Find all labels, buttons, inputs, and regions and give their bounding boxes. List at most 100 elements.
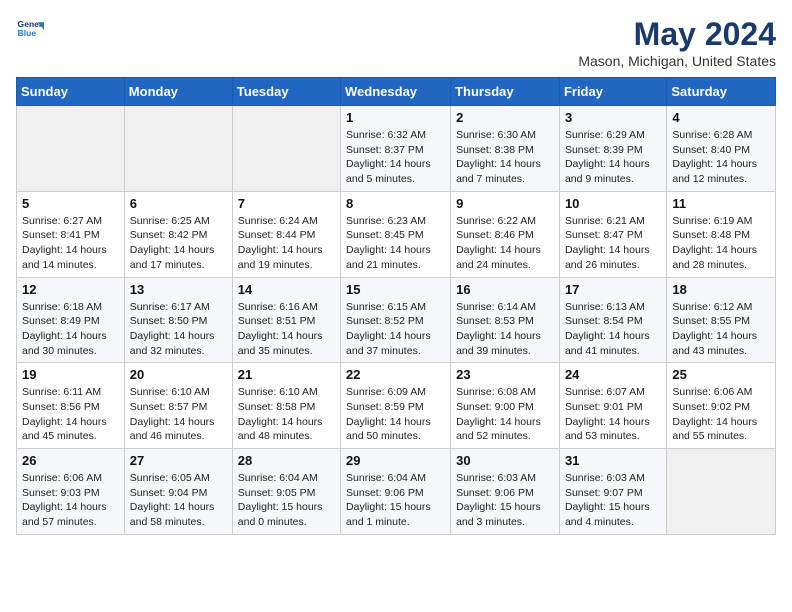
- calendar-cell: 12 Sunrise: 6:18 AMSunset: 8:49 PMDayligh…: [17, 277, 125, 363]
- day-info: Sunrise: 6:13 AMSunset: 8:54 PMDaylight:…: [565, 300, 661, 359]
- week-row-5: 26 Sunrise: 6:06 AMSunset: 9:03 PMDayligh…: [17, 449, 776, 535]
- calendar-cell: 30 Sunrise: 6:03 AMSunset: 9:06 PMDayligh…: [451, 449, 560, 535]
- weekday-header-friday: Friday: [559, 78, 666, 106]
- weekday-header-saturday: Saturday: [667, 78, 776, 106]
- day-info: Sunrise: 6:27 AMSunset: 8:41 PMDaylight:…: [22, 214, 119, 273]
- day-info: Sunrise: 6:17 AMSunset: 8:50 PMDaylight:…: [130, 300, 227, 359]
- day-number: 21: [238, 367, 335, 382]
- calendar-cell: 5 Sunrise: 6:27 AMSunset: 8:41 PMDaylight…: [17, 191, 125, 277]
- day-info: Sunrise: 6:15 AMSunset: 8:52 PMDaylight:…: [346, 300, 445, 359]
- day-number: 8: [346, 196, 445, 211]
- day-info: Sunrise: 6:10 AMSunset: 8:57 PMDaylight:…: [130, 385, 227, 444]
- week-row-1: 1 Sunrise: 6:32 AMSunset: 8:37 PMDaylight…: [17, 106, 776, 192]
- day-number: 23: [456, 367, 554, 382]
- calendar-cell: 19Sunrise: 6:11 AMSunset: 8:56 PMDayligh…: [17, 363, 125, 449]
- calendar-cell: 10 Sunrise: 6:21 AMSunset: 8:47 PMDayligh…: [559, 191, 666, 277]
- calendar-cell: 28 Sunrise: 6:04 AMSunset: 9:05 PMDayligh…: [232, 449, 340, 535]
- day-info: Sunrise: 6:28 AMSunset: 8:40 PMDaylight:…: [672, 128, 770, 187]
- logo-icon: General Blue: [16, 16, 44, 44]
- day-number: 20: [130, 367, 227, 382]
- day-number: 15: [346, 282, 445, 297]
- weekday-header-thursday: Thursday: [451, 78, 560, 106]
- calendar-cell: [124, 106, 232, 192]
- week-row-3: 12 Sunrise: 6:18 AMSunset: 8:49 PMDayligh…: [17, 277, 776, 363]
- day-number: 11: [672, 196, 770, 211]
- day-info: Sunrise: 6:18 AMSunset: 8:49 PMDaylight:…: [22, 300, 119, 359]
- calendar-cell: [17, 106, 125, 192]
- day-info: Sunrise: 6:21 AMSunset: 8:47 PMDaylight:…: [565, 214, 661, 273]
- day-info: Sunrise: 6:06 AMSunset: 9:03 PMDaylight:…: [22, 471, 119, 530]
- day-info: Sunrise: 6:29 AMSunset: 8:39 PMDaylight:…: [565, 128, 661, 187]
- calendar-cell: 3Sunrise: 6:29 AMSunset: 8:39 PMDaylight…: [559, 106, 666, 192]
- day-number: 16: [456, 282, 554, 297]
- page-header: General Blue May 2024 Mason, Michigan, U…: [16, 16, 776, 69]
- weekday-header-tuesday: Tuesday: [232, 78, 340, 106]
- month-title: May 2024: [578, 16, 776, 53]
- weekday-header-row: SundayMondayTuesdayWednesdayThursdayFrid…: [17, 78, 776, 106]
- day-number: 22: [346, 367, 445, 382]
- day-number: 14: [238, 282, 335, 297]
- calendar-cell: 24Sunrise: 6:07 AMSunset: 9:01 PMDayligh…: [559, 363, 666, 449]
- calendar-cell: 7 Sunrise: 6:24 AMSunset: 8:44 PMDaylight…: [232, 191, 340, 277]
- day-number: 5: [22, 196, 119, 211]
- day-number: 29: [346, 453, 445, 468]
- day-number: 7: [238, 196, 335, 211]
- day-info: Sunrise: 6:06 AMSunset: 9:02 PMDaylight:…: [672, 385, 770, 444]
- calendar-cell: 26 Sunrise: 6:06 AMSunset: 9:03 PMDayligh…: [17, 449, 125, 535]
- day-info: Sunrise: 6:08 AMSunset: 9:00 PMDaylight:…: [456, 385, 554, 444]
- weekday-header-monday: Monday: [124, 78, 232, 106]
- day-info: Sunrise: 6:03 AMSunset: 9:07 PMDaylight:…: [565, 471, 661, 530]
- calendar-cell: 4Sunrise: 6:28 AMSunset: 8:40 PMDaylight…: [667, 106, 776, 192]
- day-info: Sunrise: 6:03 AMSunset: 9:06 PMDaylight:…: [456, 471, 554, 530]
- calendar-cell: 8 Sunrise: 6:23 AMSunset: 8:45 PMDaylight…: [341, 191, 451, 277]
- calendar-cell: 17 Sunrise: 6:13 AMSunset: 8:54 PMDayligh…: [559, 277, 666, 363]
- day-number: 30: [456, 453, 554, 468]
- day-number: 31: [565, 453, 661, 468]
- day-number: 24: [565, 367, 661, 382]
- day-number: 6: [130, 196, 227, 211]
- day-info: Sunrise: 6:32 AMSunset: 8:37 PMDaylight:…: [346, 128, 445, 187]
- day-number: 2: [456, 110, 554, 125]
- calendar-cell: 14Sunrise: 6:16 AMSunset: 8:51 PMDayligh…: [232, 277, 340, 363]
- calendar-cell: 22 Sunrise: 6:09 AMSunset: 8:59 PMDayligh…: [341, 363, 451, 449]
- day-number: 1: [346, 110, 445, 125]
- calendar-cell: [232, 106, 340, 192]
- calendar-cell: 20 Sunrise: 6:10 AMSunset: 8:57 PMDayligh…: [124, 363, 232, 449]
- calendar-table: SundayMondayTuesdayWednesdayThursdayFrid…: [16, 77, 776, 535]
- day-info: Sunrise: 6:04 AMSunset: 9:05 PMDaylight:…: [238, 471, 335, 530]
- day-info: Sunrise: 6:10 AMSunset: 8:58 PMDaylight:…: [238, 385, 335, 444]
- calendar-cell: 9Sunrise: 6:22 AMSunset: 8:46 PMDaylight…: [451, 191, 560, 277]
- svg-text:Blue: Blue: [18, 28, 37, 38]
- calendar-cell: 27Sunrise: 6:05 AMSunset: 9:04 PMDayligh…: [124, 449, 232, 535]
- day-number: 19: [22, 367, 119, 382]
- calendar-cell: 15 Sunrise: 6:15 AMSunset: 8:52 PMDayligh…: [341, 277, 451, 363]
- day-number: 17: [565, 282, 661, 297]
- day-number: 10: [565, 196, 661, 211]
- calendar-cell: 25 Sunrise: 6:06 AMSunset: 9:02 PMDayligh…: [667, 363, 776, 449]
- day-number: 12: [22, 282, 119, 297]
- calendar-cell: 6Sunrise: 6:25 AMSunset: 8:42 PMDaylight…: [124, 191, 232, 277]
- day-number: 13: [130, 282, 227, 297]
- day-info: Sunrise: 6:09 AMSunset: 8:59 PMDaylight:…: [346, 385, 445, 444]
- calendar-cell: 18Sunrise: 6:12 AMSunset: 8:55 PMDayligh…: [667, 277, 776, 363]
- day-info: Sunrise: 6:14 AMSunset: 8:53 PMDaylight:…: [456, 300, 554, 359]
- day-info: Sunrise: 6:23 AMSunset: 8:45 PMDaylight:…: [346, 214, 445, 273]
- day-number: 25: [672, 367, 770, 382]
- day-info: Sunrise: 6:30 AMSunset: 8:38 PMDaylight:…: [456, 128, 554, 187]
- calendar-cell: 23 Sunrise: 6:08 AMSunset: 9:00 PMDayligh…: [451, 363, 560, 449]
- day-info: Sunrise: 6:24 AMSunset: 8:44 PMDaylight:…: [238, 214, 335, 273]
- weekday-header-sunday: Sunday: [17, 78, 125, 106]
- day-info: Sunrise: 6:19 AMSunset: 8:48 PMDaylight:…: [672, 214, 770, 273]
- calendar-cell: 13 Sunrise: 6:17 AMSunset: 8:50 PMDayligh…: [124, 277, 232, 363]
- weekday-header-wednesday: Wednesday: [341, 78, 451, 106]
- day-number: 26: [22, 453, 119, 468]
- location: Mason, Michigan, United States: [578, 53, 776, 69]
- calendar-cell: 16 Sunrise: 6:14 AMSunset: 8:53 PMDayligh…: [451, 277, 560, 363]
- calendar-cell: [667, 449, 776, 535]
- day-number: 18: [672, 282, 770, 297]
- week-row-4: 19Sunrise: 6:11 AMSunset: 8:56 PMDayligh…: [17, 363, 776, 449]
- day-info: Sunrise: 6:04 AMSunset: 9:06 PMDaylight:…: [346, 471, 445, 530]
- calendar-cell: 1 Sunrise: 6:32 AMSunset: 8:37 PMDaylight…: [341, 106, 451, 192]
- day-number: 9: [456, 196, 554, 211]
- day-number: 28: [238, 453, 335, 468]
